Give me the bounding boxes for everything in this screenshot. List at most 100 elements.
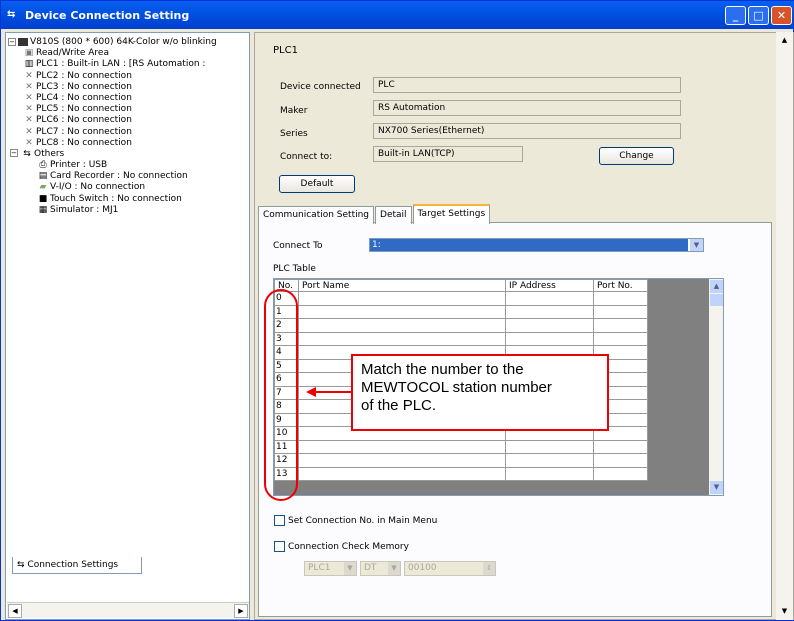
set-connection-label: Set Connection No. in Main Menu: [288, 516, 438, 526]
change-button[interactable]: Change: [599, 147, 674, 165]
tree-item-touch-switch[interactable]: ■ Touch Switch : No connection: [8, 194, 250, 205]
table-row[interactable]: 0: [274, 291, 648, 306]
table-row[interactable]: 11: [274, 439, 648, 454]
table-row[interactable]: 12: [274, 453, 648, 468]
others-icon: ⇆: [23, 148, 31, 159]
ip-address-cell[interactable]: [505, 466, 594, 481]
check-plc-value: PLC1: [308, 563, 331, 573]
settings-tabs: Communication Setting Detail Target Sett…: [258, 204, 491, 224]
chevron-down-icon[interactable]: ▼: [690, 239, 703, 251]
check-device-select: DT ▼: [360, 561, 401, 576]
scroll-up-icon[interactable]: ▲: [710, 280, 723, 293]
tree-item-card-recorder[interactable]: ▤ Card Recorder : No connection: [8, 171, 250, 182]
port-name-cell[interactable]: [298, 439, 506, 454]
tree-item-plc7[interactable]: ✕ PLC7 : No connection: [8, 127, 250, 138]
table-row[interactable]: 3: [274, 331, 648, 346]
scroll-right-icon[interactable]: ▶: [234, 604, 248, 618]
connection-check-memory-label: Connection Check Memory: [288, 542, 409, 552]
tree-item-read-write[interactable]: ▣ Read/Write Area: [8, 48, 250, 59]
table-row[interactable]: 2: [274, 318, 648, 333]
port-name-cell[interactable]: [298, 291, 506, 306]
minimize-button[interactable]: _: [725, 6, 746, 25]
table-row[interactable]: 1: [274, 304, 648, 319]
port-name-cell[interactable]: [298, 453, 506, 468]
port-name-cell[interactable]: [298, 466, 506, 481]
connection-settings-tab[interactable]: ⇆ Connection Settings: [12, 557, 142, 574]
ip-address-cell[interactable]: [505, 453, 594, 468]
device-connected-field: PLC: [373, 77, 681, 93]
tree-item-label: PLC7 : No connection: [36, 126, 132, 137]
collapse-icon[interactable]: −: [10, 149, 18, 158]
tree-item-vio[interactable]: ▰ V-I/O : No connection: [8, 182, 250, 193]
tab-communication-setting[interactable]: Communication Setting: [258, 206, 375, 224]
collapse-icon[interactable]: −: [8, 37, 16, 46]
tree-item-plc2[interactable]: ✕ PLC2 : No connection: [8, 71, 250, 82]
table-scrollbar[interactable]: ▲ ▼: [709, 279, 723, 495]
default-button[interactable]: Default: [279, 175, 355, 193]
tab-detail[interactable]: Detail: [375, 206, 412, 224]
read-write-icon: ▣: [24, 48, 34, 59]
ip-address-cell[interactable]: [505, 439, 594, 454]
ip-address-cell[interactable]: [505, 331, 594, 346]
port-name-cell[interactable]: [298, 304, 506, 319]
maker-label: Maker: [280, 106, 308, 116]
device-connected-label: Device connected: [280, 82, 361, 92]
tree-item-printer[interactable]: ⎙ Printer : USB: [8, 160, 250, 171]
connection-check-memory-checkbox[interactable]: [274, 541, 285, 552]
port-no-cell[interactable]: [593, 331, 648, 346]
no-connection-icon: ✕: [25, 81, 33, 92]
check-plc-select: PLC1 ▼: [304, 561, 357, 576]
scroll-left-icon[interactable]: ◀: [8, 604, 22, 618]
tab-target-settings[interactable]: Target Settings: [412, 204, 491, 224]
ip-address-cell[interactable]: [505, 304, 594, 319]
port-no-cell[interactable]: [593, 453, 648, 468]
tree-item-label: PLC6 : No connection: [36, 115, 132, 126]
set-connection-checkbox[interactable]: [274, 515, 285, 526]
panel-vertical-scrollbar[interactable]: ▲ ▼: [776, 32, 793, 620]
scroll-up-icon[interactable]: ▲: [778, 34, 791, 47]
tree-item-plc6[interactable]: ✕ PLC6 : No connection: [8, 115, 250, 126]
table-row[interactable]: 13: [274, 466, 648, 481]
port-name-cell[interactable]: [298, 318, 506, 333]
tree-item-label: Printer : USB: [50, 160, 108, 171]
row-number-highlight: [264, 289, 298, 501]
col-port-no-header: Port No.: [593, 279, 648, 292]
connect-to-select[interactable]: 1: ▼: [369, 238, 704, 252]
tree-item-label: PLC5 : No connection: [36, 104, 132, 115]
tree-item-plc8[interactable]: ✕ PLC8 : No connection: [8, 138, 250, 149]
port-no-cell[interactable]: [593, 466, 648, 481]
port-no-cell[interactable]: [593, 291, 648, 306]
scroll-thumb[interactable]: [710, 294, 723, 306]
tree-item-simulator[interactable]: ▦ Simulator : MJ1: [8, 205, 250, 216]
port-no-cell[interactable]: [593, 304, 648, 319]
tree-item-label: PLC3 : No connection: [36, 81, 132, 92]
maximize-button[interactable]: □: [748, 6, 769, 25]
tree-item-others[interactable]: − ⇆ Others: [8, 149, 250, 160]
title-bar: ⇆ Device Connection Setting _ □ ✕: [1, 1, 794, 29]
maker-field: RS Automation: [373, 100, 681, 116]
tree-item-plc3[interactable]: ✕ PLC3 : No connection: [8, 82, 250, 93]
ip-address-cell[interactable]: [505, 291, 594, 306]
tree-item-plc1[interactable]: ▥ PLC1 : Built-in LAN : [RS Automation :: [8, 59, 250, 70]
check-address-value: 00100: [408, 563, 437, 573]
port-no-cell[interactable]: [593, 318, 648, 333]
no-connection-icon: ✕: [25, 137, 33, 148]
tree-item-label: PLC4 : No connection: [36, 92, 132, 103]
monitor-icon: [18, 37, 28, 46]
port-name-cell[interactable]: [298, 331, 506, 346]
scroll-down-icon[interactable]: ▼: [710, 481, 723, 494]
horizontal-scrollbar[interactable]: ◀ ▶: [7, 602, 249, 618]
chevron-down-icon: ▼: [388, 562, 400, 575]
close-button[interactable]: ✕: [771, 6, 792, 25]
no-connection-icon: ✕: [25, 104, 33, 115]
tree-item-plc5[interactable]: ✕ PLC5 : No connection: [8, 104, 250, 115]
spinner-icon: ⇕: [483, 562, 495, 575]
tree-root[interactable]: − V810S (800 * 600) 64K-Color w/o blinkin…: [8, 37, 250, 48]
ip-address-cell[interactable]: [505, 318, 594, 333]
device-connection-window: ⇆ Device Connection Setting _ □ ✕ − V810S…: [0, 0, 794, 621]
scroll-down-icon[interactable]: ▼: [778, 605, 791, 618]
tree-item-label: Others: [34, 148, 65, 159]
plc-table-label: PLC Table: [273, 264, 316, 274]
tree-item-plc4[interactable]: ✕ PLC4 : No connection: [8, 93, 250, 104]
port-no-cell[interactable]: [593, 439, 648, 454]
